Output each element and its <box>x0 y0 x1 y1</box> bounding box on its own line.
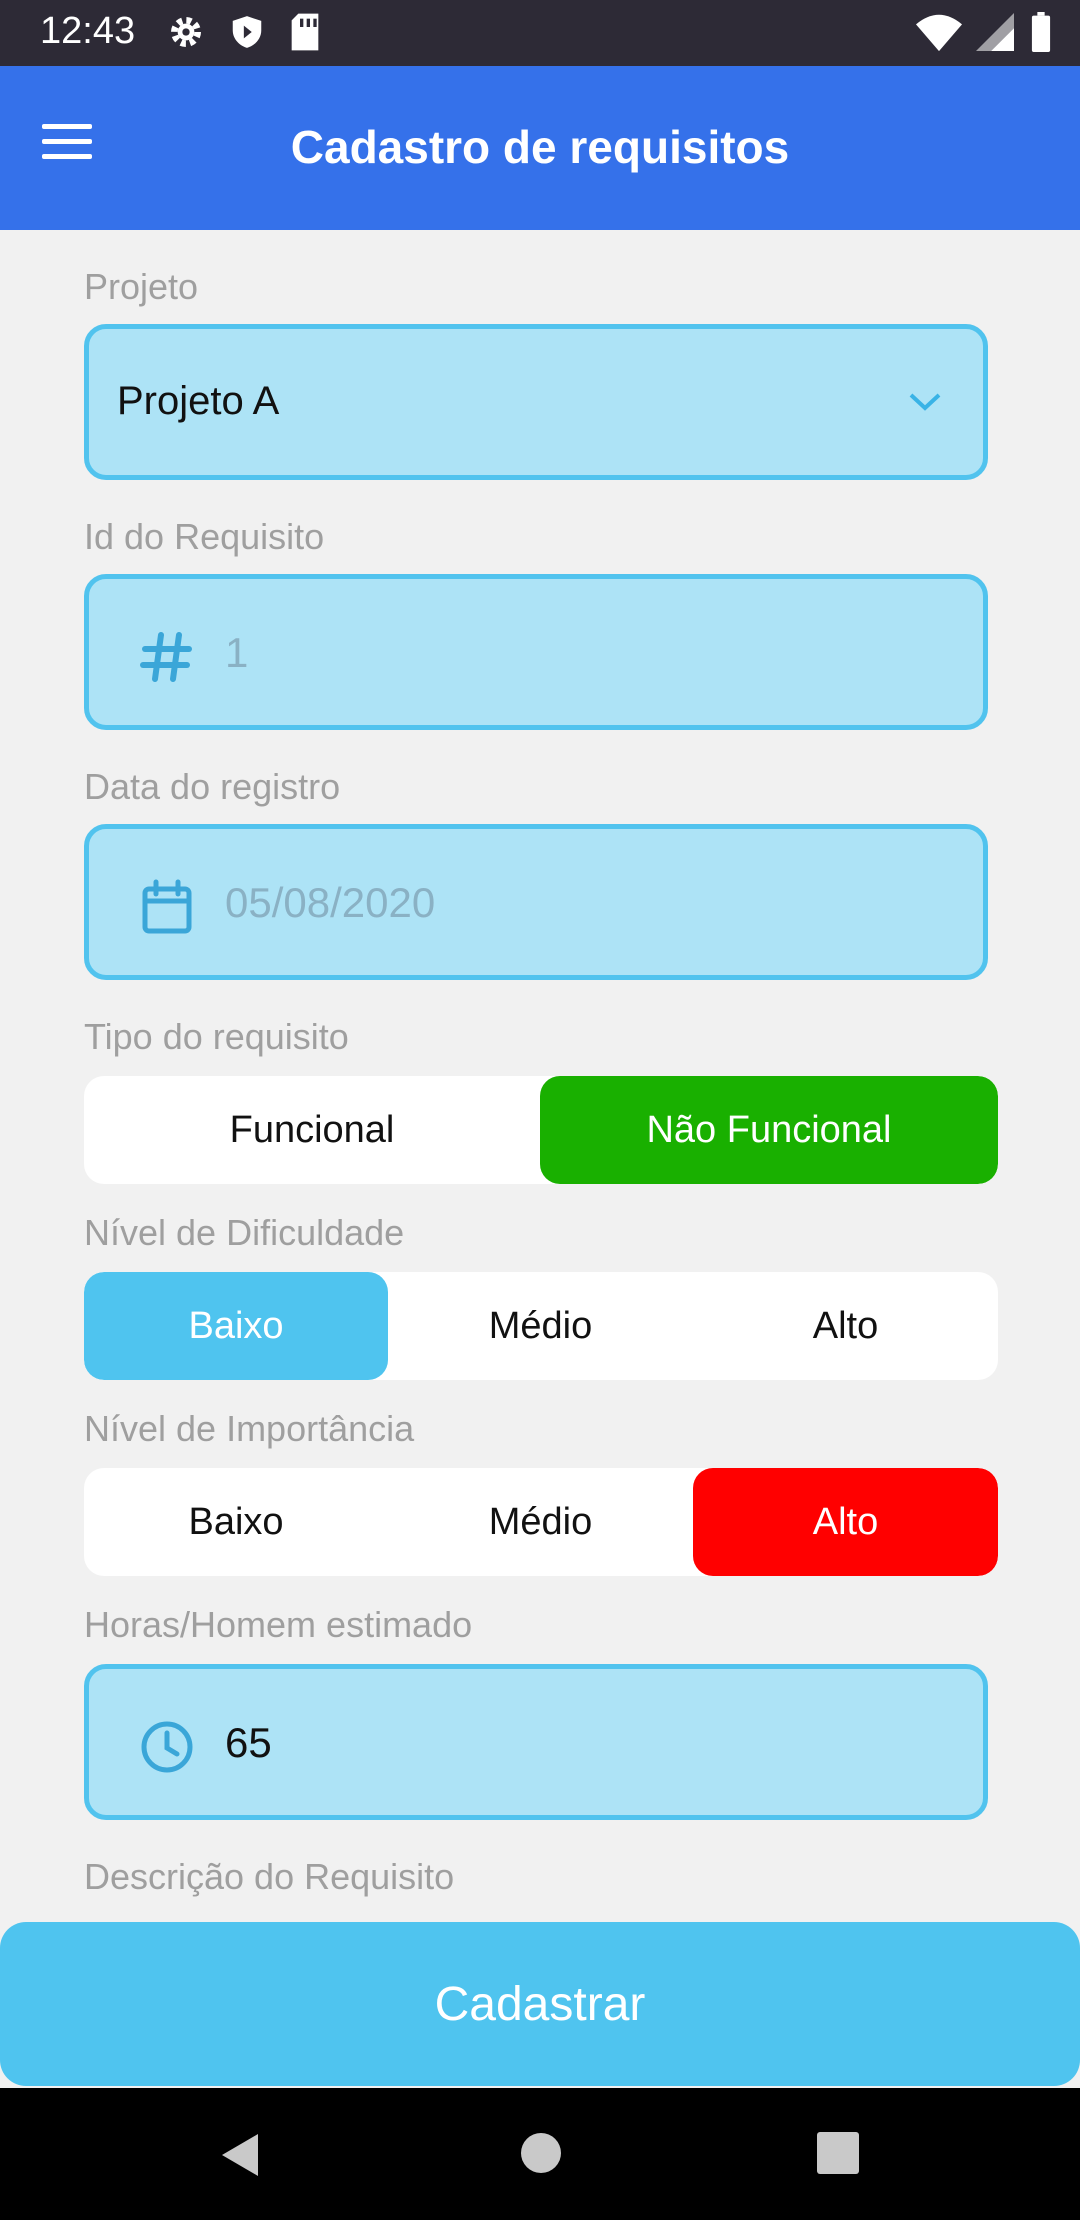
app-bar: Cadastro de requisitos <box>0 66 1080 230</box>
status-bar: 12:43 <box>0 0 1080 66</box>
gear-icon <box>171 17 201 47</box>
difficulty-toggle: Baixo Médio Alto <box>84 1272 998 1380</box>
importance-option-baixo[interactable]: Baixo <box>84 1468 388 1576</box>
battery-icon <box>1031 12 1051 52</box>
difficulty-label: Nível de Dificuldade <box>84 1212 405 1253</box>
difficulty-option-alto[interactable]: Alto <box>693 1272 998 1380</box>
requirement-id-label: Id do Requisito <box>84 516 325 557</box>
home-icon[interactable] <box>520 2132 562 2174</box>
requirement-id-placeholder: 1 <box>225 629 249 676</box>
hash-icon <box>140 632 192 682</box>
clock-icon <box>141 1721 193 1773</box>
registration-date-field[interactable]: 05/08/2020 <box>84 824 988 980</box>
requirement-type-option-funcional[interactable]: Funcional <box>84 1076 540 1184</box>
sd-card-icon <box>291 13 319 51</box>
status-time: 12:43 <box>40 10 136 52</box>
difficulty-option-medio[interactable]: Médio <box>388 1272 693 1380</box>
requirement-type-option-nao-funcional[interactable]: Não Funcional <box>540 1076 998 1184</box>
estimated-hours-field[interactable]: 65 <box>84 1664 988 1820</box>
project-select-value: Projeto A <box>117 379 280 423</box>
signal-icon <box>976 13 1014 51</box>
importance-label: Nível de Importância <box>84 1408 415 1449</box>
registration-date-label: Data do registro <box>84 766 341 807</box>
importance-toggle: Baixo Médio Alto <box>84 1468 998 1576</box>
page-title: Cadastro de requisitos <box>290 121 790 173</box>
requirement-type-toggle: Funcional Não Funcional <box>84 1076 998 1184</box>
difficulty-option-baixo[interactable]: Baixo <box>84 1272 388 1380</box>
navigation-bar <box>0 2088 1080 2220</box>
requirement-type-label: Tipo do requisito <box>84 1016 349 1057</box>
description-label: Descrição do Requisito <box>84 1856 455 1897</box>
wifi-icon <box>916 14 962 52</box>
importance-option-alto[interactable]: Alto <box>693 1468 998 1576</box>
back-icon[interactable] <box>218 2132 262 2178</box>
estimated-hours-label: Horas/Homem estimado <box>84 1604 473 1645</box>
calendar-icon <box>142 879 192 934</box>
chevron-down-icon <box>909 393 941 411</box>
project-select[interactable]: Projeto A <box>84 324 988 480</box>
recents-icon[interactable] <box>817 2132 859 2174</box>
shield-icon <box>232 16 262 48</box>
requirement-id-field[interactable]: 1 <box>84 574 988 730</box>
estimated-hours-value: 65 <box>225 1719 272 1766</box>
importance-option-medio[interactable]: Médio <box>388 1468 693 1576</box>
project-label: Projeto <box>84 266 199 307</box>
registration-date-placeholder: 05/08/2020 <box>225 879 436 926</box>
submit-button[interactable]: Cadastrar <box>0 1922 1080 2086</box>
